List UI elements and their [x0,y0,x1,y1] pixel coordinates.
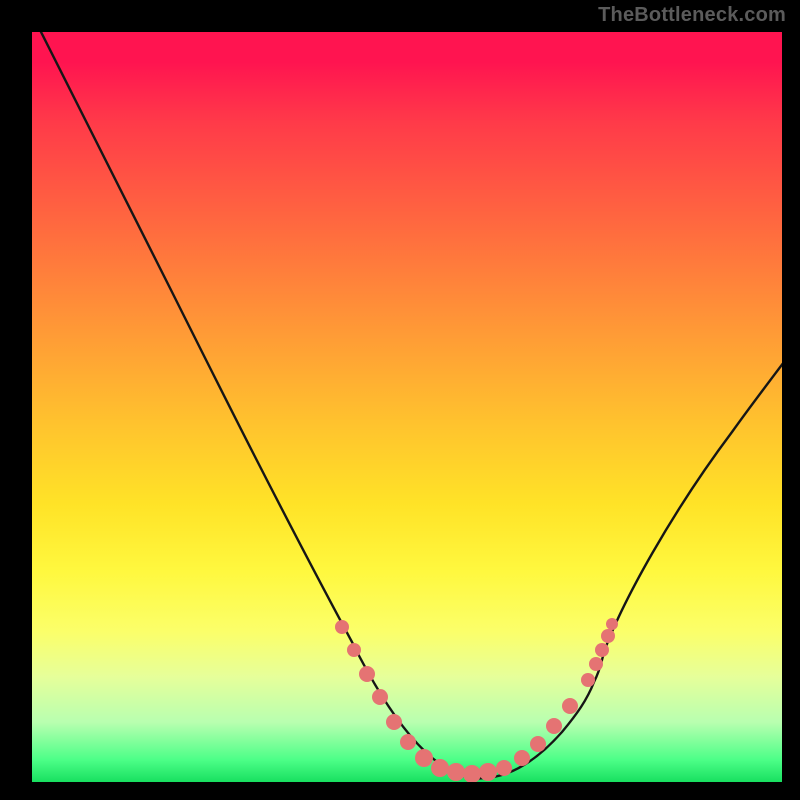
highlight-dots [335,618,618,782]
watermark-text: TheBottleneck.com [598,4,786,27]
plot-area [32,32,782,782]
curve-layer [32,32,782,782]
bottleneck-curve [36,32,782,778]
chart-frame: TheBottleneck.com [0,0,800,800]
